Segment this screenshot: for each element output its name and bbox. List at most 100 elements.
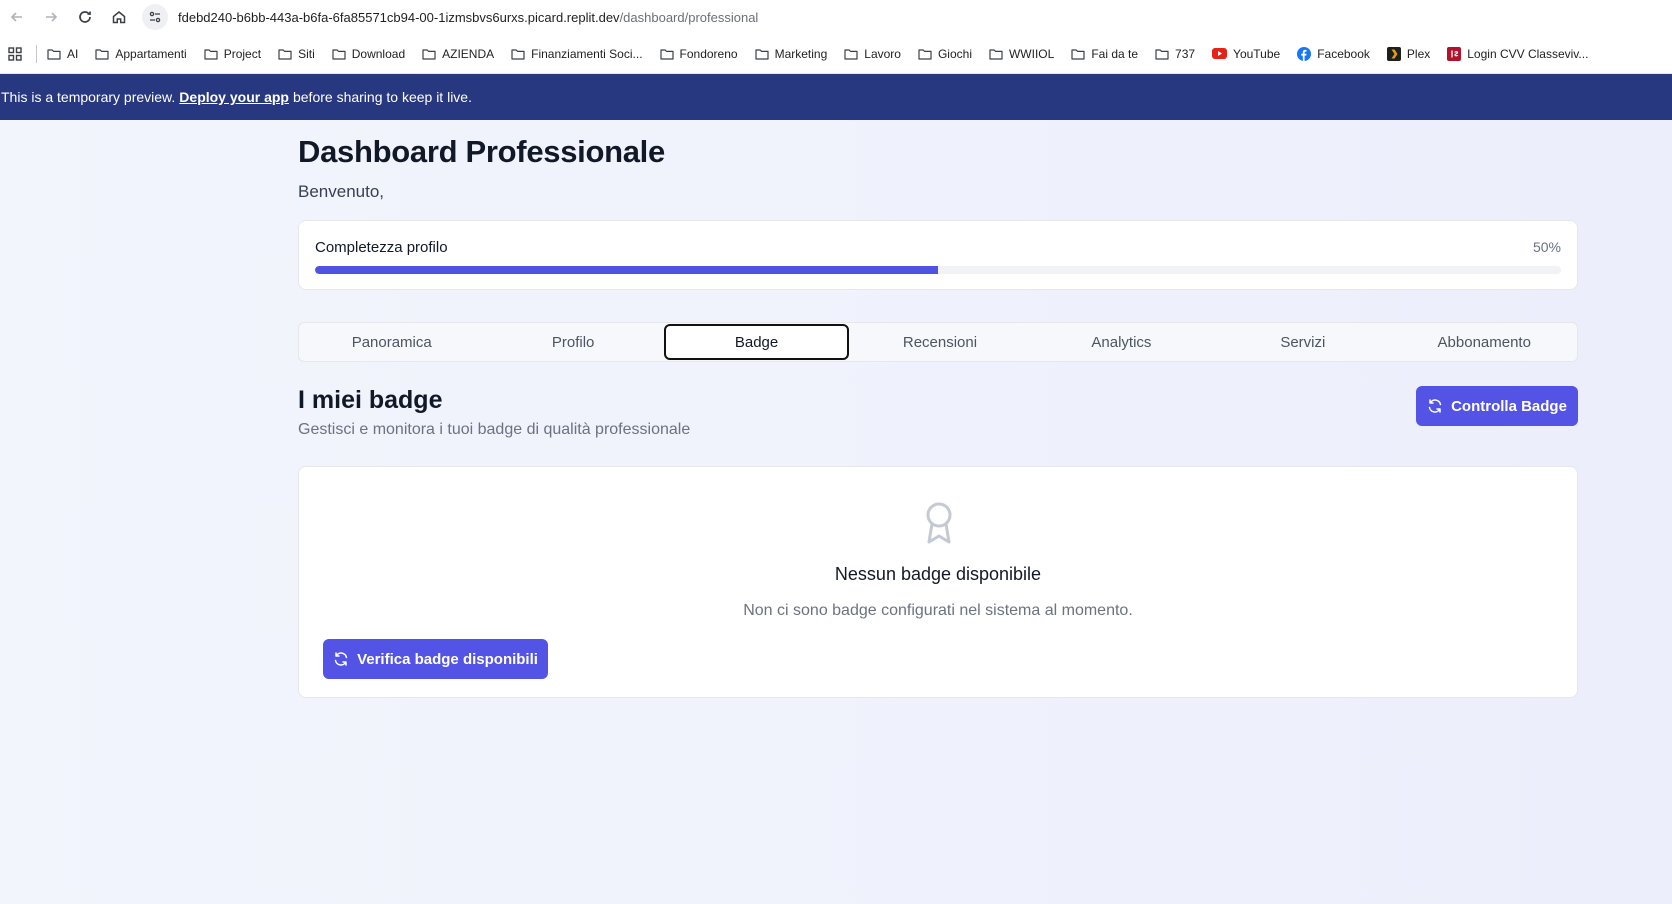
progress-fill: [315, 266, 938, 274]
bookmark-label: Facebook: [1317, 46, 1370, 61]
page-body: Dashboard Professionale Benvenuto, Compl…: [0, 120, 1672, 904]
reload-button[interactable]: [68, 0, 102, 34]
folder-icon: [278, 48, 298, 60]
banner-text-after: before sharing to keep it live.: [292, 89, 472, 105]
bookmark-ai[interactable]: AI: [47, 41, 78, 67]
bookmark-lavoro[interactable]: Lavoro: [844, 41, 901, 67]
bookmark-fai-da-te[interactable]: Fai da te: [1071, 41, 1138, 67]
bookmark-label: YouTube: [1233, 46, 1281, 61]
bookmark-label: Giochi: [937, 46, 972, 61]
banner-text-before: This is a temporary preview.: [1, 89, 176, 105]
bookmark-label: Appartamenti: [115, 46, 187, 61]
home-button[interactable]: [102, 0, 136, 34]
bookmark-facebook[interactable]: Facebook: [1297, 41, 1370, 67]
reload-icon: [79, 11, 91, 23]
folder-icon: [754, 48, 775, 60]
folder-icon: [918, 48, 938, 60]
verify-badges-label: Verifica badge disponibili: [357, 650, 538, 668]
forward-arrow-icon: [46, 12, 58, 22]
welcome-text: Benvenuto,: [298, 182, 385, 201]
plex-icon: [1386, 46, 1407, 61]
progress-label: Completezza profilo: [315, 239, 448, 256]
bookmark-label: Plex: [1406, 46, 1431, 61]
bookmark-marketing[interactable]: Marketing: [754, 41, 828, 67]
empty-state-title: Nessun badge disponibile: [834, 564, 1042, 584]
tab-badge[interactable]: Badge: [663, 324, 850, 360]
address-bar[interactable]: fdebd240-b6bb-443a-b6fa-6fa85571cb94-00-…: [142, 3, 1672, 31]
bookmark-label: Lavoro: [864, 46, 901, 61]
folder-icon: [1071, 48, 1091, 60]
bookmark-label: Fondoreno: [679, 46, 738, 61]
empty-badges-card: Nessun badge disponibile Non ci sono bad…: [298, 466, 1578, 698]
folder-icon: [47, 48, 67, 60]
check-badges-button[interactable]: Controlla Badge: [1416, 386, 1578, 426]
check-badges-label: Controlla Badge: [1451, 397, 1567, 415]
back-button[interactable]: [0, 0, 34, 34]
verify-badges-button[interactable]: Verifica badge disponibili: [323, 639, 548, 679]
folder-icon: [511, 48, 531, 60]
url-path: /dashboard/professional: [619, 9, 759, 25]
bookmark-label: Login CVV Classeviv...: [1467, 46, 1589, 61]
youtube-icon: [1212, 48, 1233, 59]
tab-recensioni[interactable]: Recensioni: [849, 324, 1030, 360]
bookmark-label: Fai da te: [1091, 46, 1139, 61]
bookmark-label: Finanziamenti Soci...: [531, 46, 643, 61]
apps-grid-icon[interactable]: [4, 43, 26, 65]
bookmark-siti[interactable]: Siti: [278, 41, 315, 67]
facebook-icon: [1297, 46, 1317, 61]
bookmarks-divider: [36, 44, 37, 63]
tab-panoramica[interactable]: Panoramica: [301, 324, 482, 360]
classeviva-icon: [1447, 46, 1467, 61]
empty-state-description: Non ci sono badge configurati nel sistem…: [743, 602, 1133, 619]
bookmark-azienda[interactable]: AZIENDA: [422, 41, 494, 67]
folder-icon: [332, 48, 352, 60]
tab-profilo[interactable]: Profilo: [482, 324, 663, 360]
bookmark-wwiiol[interactable]: WWIIOL: [989, 41, 1054, 67]
bookmark-plex[interactable]: Plex: [1386, 41, 1431, 67]
bookmark-youtube[interactable]: YouTube: [1212, 41, 1280, 67]
bookmark-label: AI: [67, 46, 79, 61]
section-subtitle: Gestisci e monitora i tuoi badge di qual…: [298, 421, 691, 438]
profile-completeness-card: Completezza profilo 50%: [298, 220, 1578, 290]
deploy-app-link[interactable]: Deploy your app: [179, 89, 289, 105]
bookmark-login-cvv-classeviv[interactable]: Login CVV Classeviv...: [1447, 41, 1588, 67]
bookmark-737[interactable]: 737: [1155, 41, 1195, 67]
bookmark-fondoreno[interactable]: Fondoreno: [659, 41, 738, 67]
bookmarks-bar: AI Appartamenti Project Siti Download AZIENDA…: [0, 34, 1672, 74]
refresh-icon: [1428, 399, 1442, 413]
progress-percentage: 50%: [1532, 239, 1561, 255]
folder-icon: [422, 48, 442, 60]
bookmark-appartamenti[interactable]: Appartamenti: [95, 41, 187, 67]
dashboard-tabs: Panoramica Profilo Badge Recensioni Analytic…: [298, 322, 1578, 362]
tab-abbonamento[interactable]: Abbonamento: [1394, 324, 1575, 360]
folder-icon: [844, 48, 864, 60]
bookmark-giochi[interactable]: Giochi: [918, 41, 972, 67]
award-icon: [918, 499, 960, 547]
bookmark-project[interactable]: Project: [204, 41, 261, 67]
url-host: fdebd240-b6bb-443a-b6fa-6fa85571cb94-00-…: [178, 9, 620, 25]
browser-toolbar: fdebd240-b6bb-443a-b6fa-6fa85571cb94-00-…: [0, 0, 1672, 34]
bookmark-label: 737: [1175, 46, 1196, 61]
bookmark-label: Siti: [298, 46, 315, 61]
bookmark-label: Project: [223, 46, 262, 61]
bookmark-label: WWIIOL: [1008, 46, 1055, 61]
tab-servizi[interactable]: Servizi: [1212, 324, 1393, 360]
bookmark-finanziamenti-soci[interactable]: Finanziamenti Soci...: [511, 41, 643, 67]
site-info-icon[interactable]: [142, 4, 168, 30]
refresh-icon: [334, 652, 348, 666]
preview-banner: This is a temporary preview. Deploy your…: [0, 74, 1672, 120]
page-title: Dashboard Professionale: [298, 134, 665, 169]
progress-track: [315, 266, 1561, 274]
tab-analytics[interactable]: Analytics: [1031, 324, 1212, 360]
url-text: fdebd240-b6bb-443a-b6fa-6fa85571cb94-00-…: [178, 10, 758, 25]
folder-icon: [1155, 48, 1175, 60]
bookmark-label: Download: [351, 46, 406, 61]
back-arrow-icon: [10, 12, 22, 22]
forward-button[interactable]: [34, 0, 68, 34]
home-icon: [112, 11, 126, 24]
folder-icon: [95, 48, 115, 60]
folder-icon: [204, 48, 224, 60]
bookmark-label: Marketing: [774, 46, 828, 61]
bookmark-download[interactable]: Download: [332, 41, 405, 67]
folder-icon: [659, 48, 680, 60]
